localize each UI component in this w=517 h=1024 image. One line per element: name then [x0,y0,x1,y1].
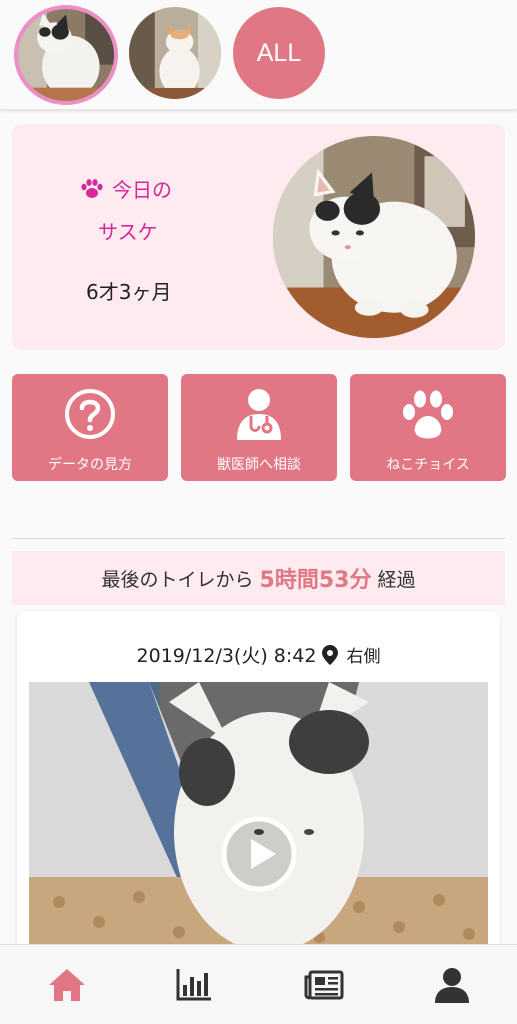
all-cats-label: ALL [256,38,302,67]
consult-vet-label: 獣医師へ相談 [217,457,301,473]
paw-icon [81,178,103,198]
nav-news[interactable] [304,965,344,1005]
record-meta: 2019/12/3(火) 8:42 右側 [17,641,500,668]
home-icon [49,969,85,1001]
nav-home[interactable] [47,965,87,1005]
elapsed-suffix: 経過 [377,568,416,591]
neko-choice-label: ねこチョイス [386,457,470,473]
question-circle-icon [65,389,115,439]
nav-user[interactable] [432,965,472,1005]
cat-avatar-selected[interactable] [14,5,118,105]
consult-vet-button[interactable]: 獣医師へ相談 [181,374,337,481]
cat-selector-bar: ALL [0,0,517,110]
record-side: 右側 [346,647,381,667]
cat-photo [18,9,114,101]
today-profile-card: 今日の サスケ 6才3ヶ月 [12,124,505,350]
nav-stats[interactable] [174,965,214,1005]
map-pin-icon [322,644,339,665]
elapsed-since-toilet: 最後のトイレから 5時間53分 経過 [12,551,505,605]
elapsed-value: 5時間53分 [259,568,372,593]
today-heading: 今日の [80,174,200,203]
cat-profile-photo [273,136,475,338]
toilet-video[interactable] [29,682,488,951]
cat-age: 6才3ヶ月 [86,280,172,304]
cat-photo [273,136,475,338]
cat-name: サスケ [98,220,158,244]
user-icon [435,968,469,1003]
record-datetime: 2019/12/3(火) 8:42 [136,645,317,667]
today-label: 今日の [112,178,172,202]
cat-photo [129,7,221,99]
bar-chart-icon [176,969,211,1001]
data-guide-label: データの見方 [48,457,132,473]
toilet-record-card: 2019/12/3(火) 8:42 右側 [17,611,500,951]
cat-avatar[interactable] [129,7,221,99]
newspaper-icon [304,970,344,1000]
elapsed-prefix: 最後のトイレから [101,568,254,591]
neko-choice-button[interactable]: ねこチョイス [350,374,506,481]
doctor-icon [237,389,281,440]
paw-icon [403,390,453,439]
data-guide-button[interactable]: データの見方 [12,374,168,481]
divider [12,538,505,539]
all-cats-button[interactable]: ALL [233,7,325,99]
play-icon[interactable] [220,815,298,893]
bottom-nav [0,944,517,1024]
